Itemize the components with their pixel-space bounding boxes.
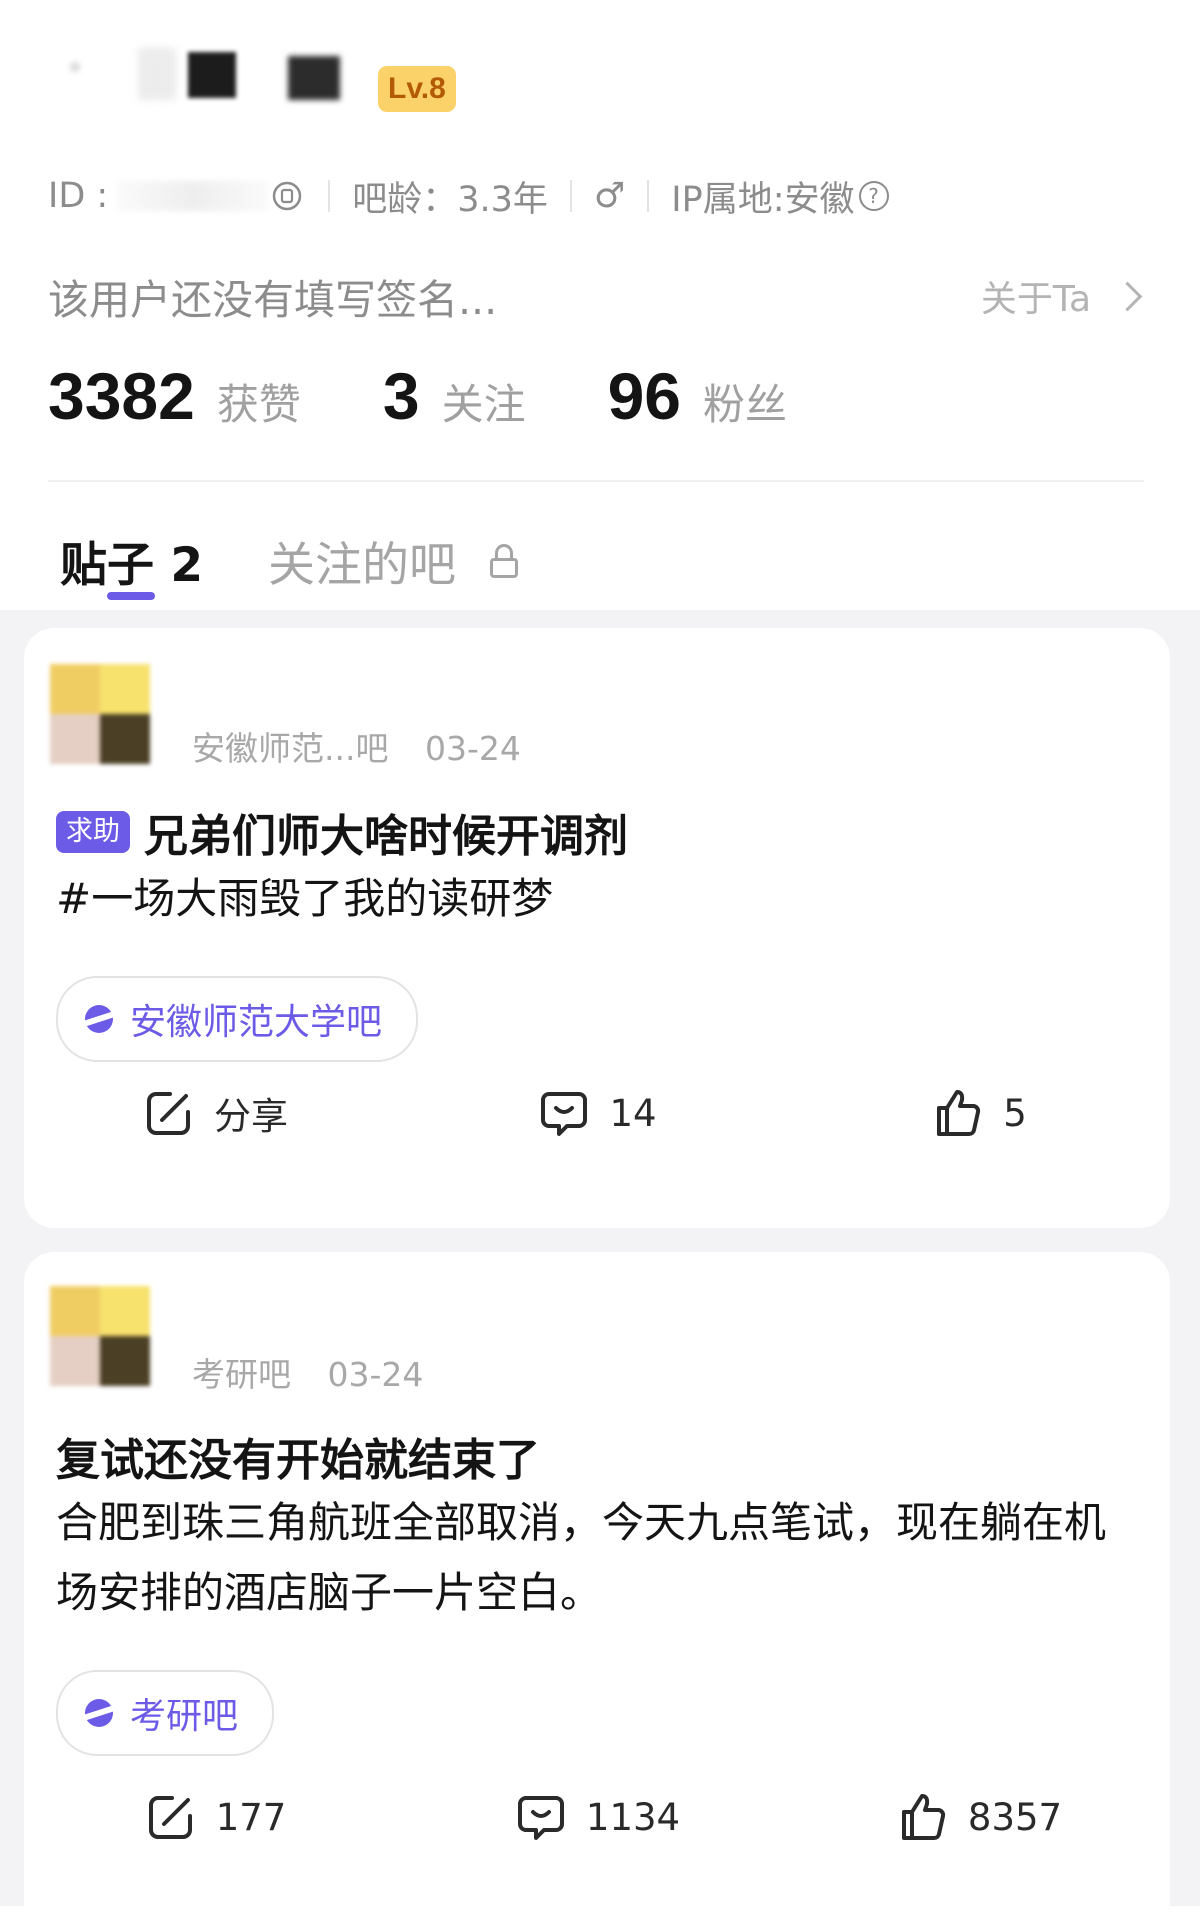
comment-icon xyxy=(541,1092,588,1136)
bar-chip[interactable]: 安徽师范大学吧 xyxy=(56,976,419,1062)
avatar[interactable] xyxy=(50,1286,150,1386)
profile-meta-row: ID : 吧龄：3.3年 ♂ IP属地:安徽 ? xyxy=(48,168,889,224)
thumbs-up-icon xyxy=(901,1794,945,1840)
lock-icon xyxy=(490,543,518,578)
post-card[interactable]: 考研吧 03-24 复试还没有开始就结束了 合肥到珠三角航班全部取消，今天九点笔… xyxy=(24,1252,1170,1932)
like-button[interactable]: 8357 xyxy=(788,1790,1170,1844)
share-count: 177 xyxy=(215,1795,287,1839)
username-blurred xyxy=(70,48,340,104)
post-title[interactable]: 求助 兄弟们师大啥时候开调剂 xyxy=(56,800,628,864)
stat-label: 粉丝 xyxy=(703,380,788,429)
share-label: 分享 xyxy=(214,1095,288,1138)
post-actions: 分享 14 5 xyxy=(24,1086,1170,1140)
comment-button[interactable]: 1134 xyxy=(406,1790,788,1844)
tab-active-indicator xyxy=(107,592,155,600)
planet-icon xyxy=(80,1002,118,1036)
divider xyxy=(48,480,1144,482)
tab-followed-bars[interactable]: 关注的吧 xyxy=(268,526,518,595)
comment-count: 14 xyxy=(609,1091,657,1135)
post-meta: 考研吧 03-24 xyxy=(192,1348,423,1396)
id-label: ID : xyxy=(48,176,109,216)
stat-followers[interactable]: 96 粉丝 xyxy=(608,358,787,434)
stat-label: 获赞 xyxy=(216,380,301,429)
post-meta: 安徽师范...吧 03-24 xyxy=(192,722,521,770)
share-button[interactable]: 177 xyxy=(24,1790,406,1844)
stat-value: 3382 xyxy=(48,359,195,433)
copy-icon[interactable] xyxy=(268,177,306,215)
bar-chip[interactable]: 考研吧 xyxy=(56,1670,275,1756)
like-count: 8357 xyxy=(967,1795,1063,1839)
post-date: 03-24 xyxy=(424,729,521,768)
stat-likes[interactable]: 3382 获赞 xyxy=(48,358,301,434)
share-icon xyxy=(148,1796,192,1839)
post-card[interactable]: 安徽师范...吧 03-24 求助 兄弟们师大啥时候开调剂 #一场大雨毁了我的读… xyxy=(24,628,1170,1228)
tab-posts[interactable]: 贴子 2 xyxy=(60,526,203,595)
bar-chip-label: 安徽师范大学吧 xyxy=(130,1002,383,1043)
about-link[interactable]: 关于Ta xyxy=(980,270,1143,322)
bar-name[interactable]: 考研吧 xyxy=(192,1355,291,1394)
level-badge: Lv.8 xyxy=(378,66,456,112)
post-body[interactable]: 合肥到珠三角航班全部取消，今天九点笔试，现在躺在机场安排的酒店脑子一片空白。 xyxy=(56,1488,1136,1628)
comment-button[interactable]: 14 xyxy=(406,1086,788,1140)
post-title-text: 兄弟们师大啥时候开调剂 xyxy=(144,811,628,862)
user-signature: 该用户还没有填写签名... xyxy=(48,276,498,324)
stats-row: 3382 获赞 3 关注 96 粉丝 xyxy=(48,358,869,434)
planet-icon xyxy=(80,1696,118,1730)
bar-chip-label: 考研吧 xyxy=(130,1696,239,1737)
tab-label: 关注的吧 xyxy=(268,538,456,593)
post-body[interactable]: #一场大雨毁了我的读研梦 xyxy=(56,864,1136,934)
post-title[interactable]: 复试还没有开始就结束了 xyxy=(56,1424,540,1488)
like-count: 5 xyxy=(1003,1091,1027,1135)
avatar[interactable] xyxy=(50,664,150,764)
post-actions: 177 1134 8357 xyxy=(24,1790,1170,1844)
help-tag: 求助 xyxy=(56,811,130,853)
bar-name[interactable]: 安徽师范...吧 xyxy=(192,729,388,768)
about-label: 关于Ta xyxy=(980,279,1091,320)
stat-label: 关注 xyxy=(441,380,526,429)
post-title-text: 复试还没有开始就结束了 xyxy=(56,1435,540,1486)
comment-count: 1134 xyxy=(585,1795,681,1839)
thumbs-up-icon xyxy=(937,1090,981,1136)
id-value-blurred xyxy=(118,181,269,211)
post-date: 03-24 xyxy=(327,1355,424,1394)
ip-location: IP属地:安徽 xyxy=(671,179,855,220)
chevron-right-icon xyxy=(1112,281,1143,311)
bar-age: 吧龄：3.3年 xyxy=(352,179,548,220)
like-button[interactable]: 5 xyxy=(788,1086,1170,1140)
stat-value: 96 xyxy=(607,359,681,433)
share-icon xyxy=(147,1092,190,1135)
comment-icon xyxy=(517,1796,564,1840)
help-icon[interactable]: ? xyxy=(858,181,889,211)
male-icon: ♂ xyxy=(593,176,626,216)
share-button[interactable]: 分享 xyxy=(24,1086,406,1140)
stat-following[interactable]: 3 关注 xyxy=(383,358,526,434)
stat-value: 3 xyxy=(382,359,420,433)
